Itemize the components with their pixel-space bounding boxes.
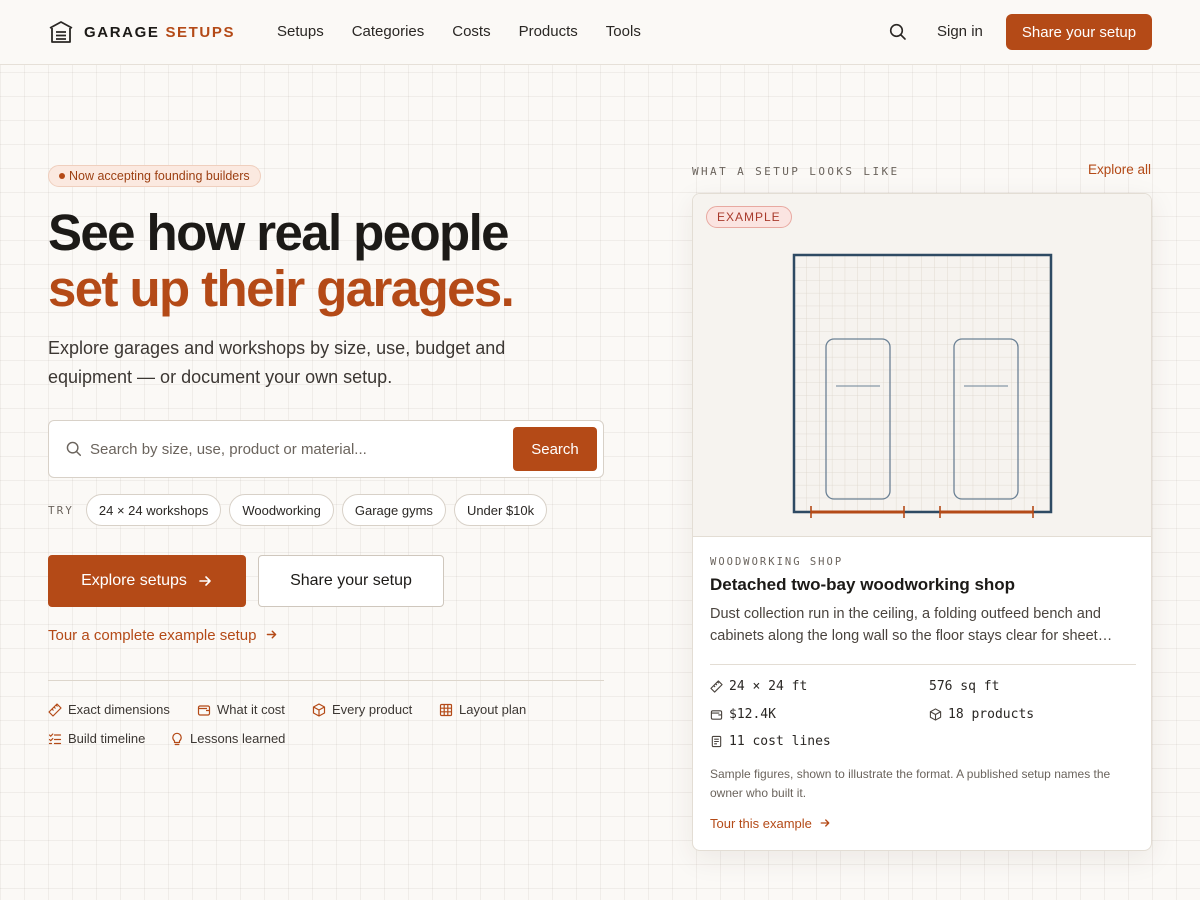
chip-woodworking[interactable]: Woodworking xyxy=(229,494,334,526)
setup-title: Detached two-bay woodworking shop xyxy=(710,575,1016,594)
chip-garage-gyms[interactable]: Garage gyms xyxy=(341,494,446,526)
lightbulb-icon xyxy=(172,732,182,745)
try-label: TRY xyxy=(48,503,74,517)
garage-icon xyxy=(49,21,73,43)
example-badge: EXAMPLE xyxy=(706,206,792,228)
box-icon xyxy=(929,708,942,721)
nav-setups[interactable]: Setups xyxy=(277,23,324,40)
feature-label: Exact dimensions xyxy=(68,702,170,717)
stat-cost-lines: 11 cost lines xyxy=(710,734,831,749)
nav-tools[interactable]: Tools xyxy=(606,23,641,40)
search-button[interactable]: Search xyxy=(513,427,597,471)
feature-every-product: Every product xyxy=(312,702,412,717)
floor-plan-drawing xyxy=(792,253,1053,518)
box-icon xyxy=(312,702,326,717)
feature-exact-dimensions: Exact dimensions xyxy=(48,702,170,717)
setup-kind: WOODWORKING SHOP xyxy=(710,556,844,568)
explore-all-link[interactable]: Explore all xyxy=(1088,162,1151,177)
signin-link[interactable]: Sign in xyxy=(937,23,983,40)
explore-setups-label: Explore setups xyxy=(81,572,187,589)
search-icon[interactable] xyxy=(888,22,908,42)
founding-badge: Now accepting founding builders xyxy=(48,165,261,187)
nav-costs[interactable]: Costs xyxy=(452,23,490,40)
nav-products[interactable]: Products xyxy=(519,23,578,40)
ruler-icon xyxy=(710,680,723,693)
hero-title: See how real people set up their garages… xyxy=(48,204,515,317)
feature-layout-plan: Layout plan xyxy=(439,702,526,717)
feature-label: Lessons learned xyxy=(190,731,286,746)
wallet-icon xyxy=(710,710,723,720)
stat-cost: $12.4K xyxy=(710,707,776,722)
stat-dimensions-value: 24 × 24 ft xyxy=(729,679,808,694)
feature-label: Layout plan xyxy=(459,702,527,717)
stat-cost-value: $12.4K xyxy=(729,707,776,722)
hero-title-line-2: set up their garages. xyxy=(48,260,515,317)
chip-under-10k[interactable]: Under $10k xyxy=(453,494,548,526)
arrow-right-icon xyxy=(820,819,829,827)
sample-note: Sample figures, shown to illustrate the … xyxy=(710,767,1111,800)
site-header: GARAGE SETUPS Setups Categories Costs Pro… xyxy=(0,0,1200,65)
feature-what-it-cost: What it cost xyxy=(197,702,285,717)
main-nav: Setups Categories Costs Products Tools xyxy=(277,23,669,40)
features-divider xyxy=(48,680,604,681)
arrow-right-icon xyxy=(199,576,211,586)
setup-description: Dust collection run in the ceiling, a fo… xyxy=(710,606,1101,644)
search-input[interactable] xyxy=(90,437,510,461)
hero-title-line-1: See how real people xyxy=(48,204,510,261)
tour-example-label: Tour a complete example setup xyxy=(48,627,257,644)
badge-dot xyxy=(59,173,65,179)
nav-categories[interactable]: Categories xyxy=(352,23,425,40)
hero-search: Search xyxy=(48,420,604,478)
grid-icon xyxy=(439,703,453,716)
floor-plan-grid xyxy=(794,255,1051,512)
arrow-right-icon xyxy=(266,630,276,639)
wallet-icon xyxy=(197,704,211,716)
card-divider xyxy=(710,664,1136,665)
feature-label: Every product xyxy=(332,702,413,717)
brand-word-2: SETUPS xyxy=(165,23,236,41)
hero-lead: Explore garages and workshops by size, u… xyxy=(48,338,506,387)
badge-text: Now accepting founding builders xyxy=(69,169,250,183)
example-setup-card[interactable]: EXAMPLE WOODWORKING SHOP Detached two-ba… xyxy=(692,193,1152,851)
feature-label: Build timeline xyxy=(68,731,146,746)
stat-area: 576 sq ft xyxy=(929,679,999,694)
try-suggestions: TRY 24 × 24 workshops Woodworking Garage… xyxy=(48,494,555,526)
feature-build-timeline: Build timeline xyxy=(48,731,145,746)
floor-plan-area: EXAMPLE xyxy=(693,194,1151,537)
feature-label: What it cost xyxy=(217,702,285,717)
checklist-icon xyxy=(48,732,62,744)
stat-dimensions: 24 × 24 ft xyxy=(710,679,807,694)
brand-name: GARAGE SETUPS xyxy=(84,24,235,41)
tour-this-example-link[interactable]: Tour this example xyxy=(710,816,831,831)
receipt-icon xyxy=(711,735,722,748)
explore-setups-button[interactable]: Explore setups xyxy=(48,555,246,607)
tour-this-example-label: Tour this example xyxy=(710,816,812,831)
brand-logo[interactable]: GARAGE SETUPS xyxy=(48,19,235,45)
brand-word-1: GARAGE xyxy=(84,23,160,41)
share-setup-button[interactable]: Share your setup xyxy=(1006,14,1152,50)
stat-cost-lines-value: 11 cost lines xyxy=(729,734,831,749)
search-icon xyxy=(66,441,82,457)
stat-area-value: 576 sq ft xyxy=(929,679,1000,694)
share-your-setup-button[interactable]: Share your setup xyxy=(258,555,444,607)
chip-24x24-workshops[interactable]: 24 × 24 workshops xyxy=(85,494,222,526)
ruler-icon xyxy=(48,702,62,717)
section-label: WHAT A SETUP LOOKS LIKE xyxy=(692,165,900,178)
stat-products-value: 18 products xyxy=(948,707,1035,722)
feature-lessons-learned: Lessons learned xyxy=(170,731,285,746)
stat-products: 18 products xyxy=(929,707,1034,722)
tour-example-link[interactable]: Tour a complete example setup xyxy=(48,627,278,644)
